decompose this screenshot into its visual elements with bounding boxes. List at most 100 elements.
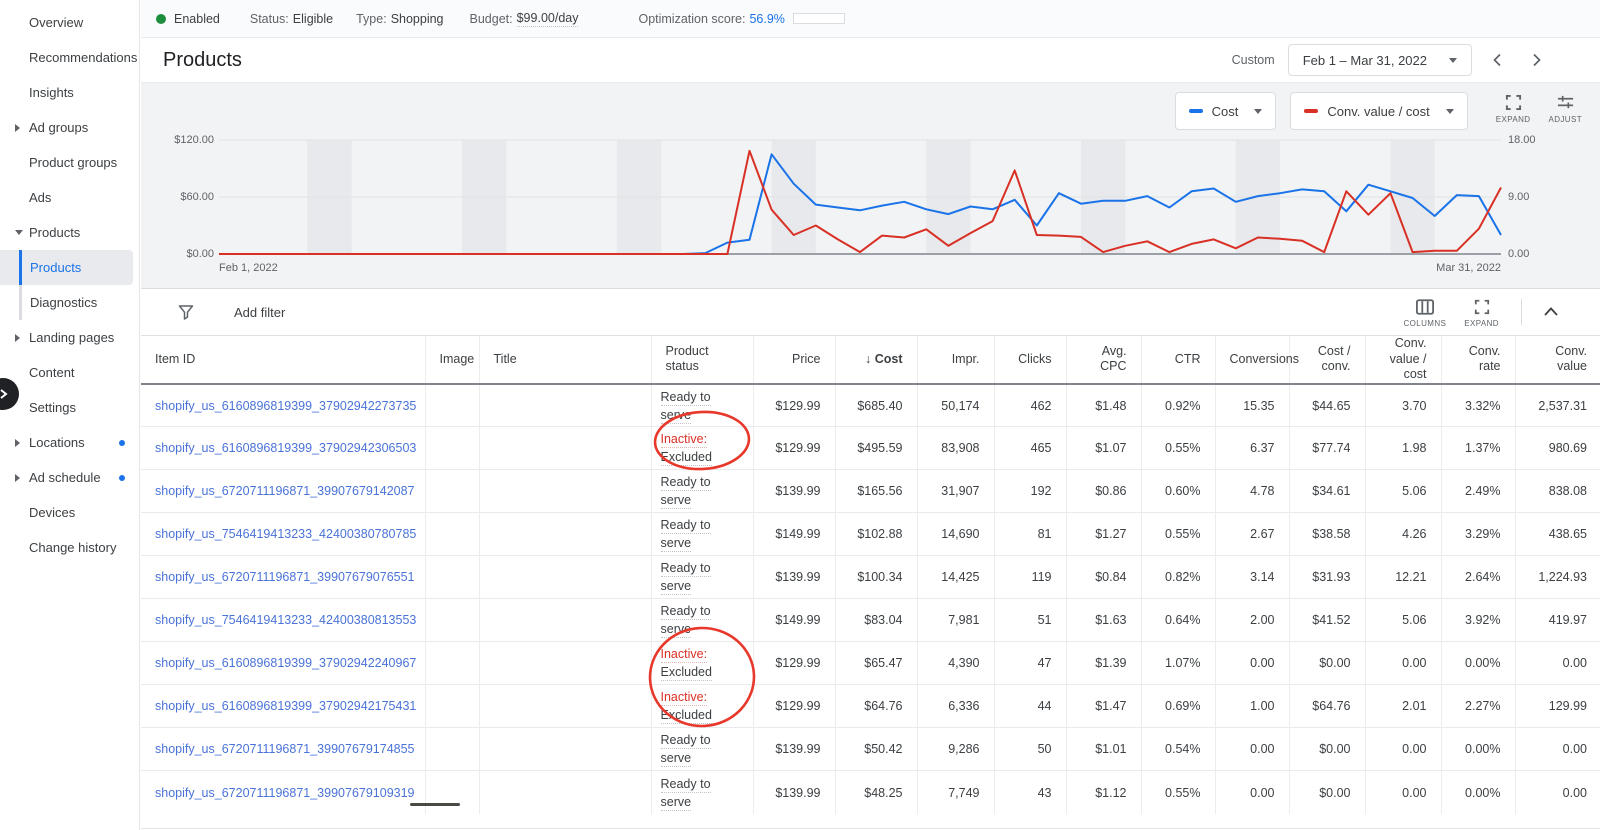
item-id-link[interactable]: shopify_us_6720711196871_39907679142087 bbox=[155, 484, 415, 498]
metric-cell-conv-value-cost: 0.00 bbox=[1364, 727, 1441, 771]
chart-line-right bbox=[219, 149, 1502, 255]
image-cell bbox=[424, 770, 479, 814]
item-id-link[interactable]: shopify_us_6160896819399_37902942306503 bbox=[155, 441, 416, 455]
product-status-text[interactable]: Ready to serve bbox=[660, 561, 711, 596]
product-status-text[interactable]: Inactive: bbox=[660, 432, 708, 449]
product-status-text[interactable]: Excluded bbox=[660, 665, 712, 682]
column-header-image[interactable]: Image bbox=[424, 336, 479, 385]
sidebar-item-diagnostics[interactable]: Diagnostics bbox=[0, 285, 139, 320]
chevron-right-icon bbox=[15, 333, 20, 342]
sidebar-item-insights[interactable]: Insights bbox=[0, 75, 139, 110]
chart-adjust-button[interactable]: ADJUST bbox=[1548, 94, 1582, 124]
filter-funnel-icon[interactable] bbox=[178, 304, 194, 320]
column-header-cost-conv-[interactable]: Cost / conv. bbox=[1288, 336, 1365, 385]
sidebar-item-products[interactable]: Products bbox=[0, 215, 139, 250]
sidebar-item-landing-pages[interactable]: Landing pages bbox=[0, 320, 139, 355]
sidebar-item-label: Locations bbox=[29, 435, 85, 450]
metric-cell-impr-: 14,690 bbox=[916, 512, 994, 556]
budget-value[interactable]: $99.00/day bbox=[516, 11, 579, 27]
sidebar-item-locations[interactable]: Locations bbox=[0, 425, 139, 460]
item-id-link[interactable]: shopify_us_6160896819399_37902942175431 bbox=[155, 699, 416, 713]
item-id-link[interactable]: shopify_us_6160896819399_37902942240967 bbox=[155, 656, 416, 670]
page-title: Products bbox=[163, 48, 242, 71]
column-header-ctr[interactable]: CTR bbox=[1140, 336, 1215, 385]
column-header-conv-value-cost[interactable]: Conv. value / cost bbox=[1364, 336, 1441, 385]
column-header-title[interactable]: Title bbox=[478, 336, 651, 385]
metric-cell-impr-: 4,390 bbox=[916, 641, 994, 685]
sidebar-item-ad-schedule[interactable]: Ad schedule bbox=[0, 460, 139, 495]
product-status-cell: Ready to serve bbox=[650, 598, 753, 642]
column-header-conv-rate[interactable]: Conv. rate bbox=[1440, 336, 1515, 385]
column-header-item-id[interactable]: Item ID bbox=[141, 336, 425, 385]
metric-cell-conv-value-cost: 2.01 bbox=[1364, 684, 1441, 728]
sidebar-item-label: Content bbox=[29, 365, 75, 380]
metric-cell-cost-conv-: $41.52 bbox=[1288, 598, 1365, 642]
column-header-avg-cpc[interactable]: Avg. CPC bbox=[1065, 336, 1141, 385]
product-status-text[interactable]: Ready to serve bbox=[660, 389, 711, 424]
product-status-text[interactable]: Inactive: bbox=[660, 690, 708, 707]
product-status-text[interactable]: Ready to serve bbox=[660, 604, 711, 639]
product-status-text[interactable]: Ready to serve bbox=[660, 475, 711, 510]
metric-cell-ctr: 0.82% bbox=[1140, 555, 1215, 599]
image-cell bbox=[424, 727, 479, 771]
metric-cell-avg-cpc: $1.47 bbox=[1065, 684, 1141, 728]
sidebar-item-label: Recommendations bbox=[29, 50, 138, 65]
metric-cell-conv-value-cost: 0.00 bbox=[1364, 641, 1441, 685]
item-id-cell: shopify_us_6160896819399_37902942273735 bbox=[141, 383, 425, 427]
item-id-link[interactable]: shopify_us_7546419413233_42400380780785 bbox=[155, 527, 416, 541]
add-filter-button[interactable]: Add filter bbox=[234, 305, 285, 320]
product-status-text[interactable]: Ready to serve bbox=[660, 733, 711, 768]
column-header-clicks[interactable]: Clicks bbox=[993, 336, 1066, 385]
column-header-conv-value[interactable]: Conv. value bbox=[1514, 336, 1600, 385]
left-axis-tick-120: $120.00 bbox=[174, 134, 214, 146]
series-selector-conv-value-cost[interactable]: Conv. value / cost bbox=[1290, 92, 1468, 130]
sidebar-item-ad-groups[interactable]: Ad groups bbox=[0, 110, 139, 145]
toolbar-divider bbox=[1521, 299, 1522, 325]
item-id-link[interactable]: shopify_us_6160896819399_37902942273735 bbox=[155, 399, 416, 413]
item-id-link[interactable]: shopify_us_6720711196871_39907679109319 bbox=[155, 786, 415, 800]
metric-cell-cost-conv-: $0.00 bbox=[1288, 770, 1365, 814]
chevron-right-icon bbox=[1533, 53, 1541, 67]
sidebar-item-products[interactable]: Products bbox=[0, 250, 133, 285]
table-expand-button[interactable]: EXPAND bbox=[1464, 299, 1499, 328]
sidebar-item-label: Ad schedule bbox=[29, 470, 101, 485]
item-id-cell: shopify_us_6720711196871_39907679109319 bbox=[141, 770, 425, 814]
date-range-picker[interactable]: Feb 1 – Mar 31, 2022 bbox=[1287, 44, 1472, 76]
item-id-link[interactable]: shopify_us_6720711196871_39907679076551 bbox=[155, 570, 415, 584]
sidebar-item-ads[interactable]: Ads bbox=[0, 180, 139, 215]
product-status-text[interactable]: Excluded bbox=[660, 450, 712, 467]
item-id-link[interactable]: shopify_us_6720711196871_39907679174855 bbox=[155, 742, 415, 756]
product-status-text[interactable]: Excluded bbox=[660, 708, 712, 725]
sidebar-item-label: Devices bbox=[29, 505, 76, 520]
product-status-text[interactable]: Ready to serve bbox=[660, 518, 711, 553]
product-status-text[interactable]: Inactive: bbox=[660, 647, 708, 664]
column-header-cost[interactable]: ↓ Cost bbox=[834, 336, 917, 385]
horizontal-scrollbar-thumb[interactable] bbox=[410, 803, 460, 806]
product-status-text[interactable]: Ready to serve bbox=[660, 776, 711, 811]
sidebar-item-settings[interactable]: Settings bbox=[0, 390, 139, 425]
column-header-price[interactable]: Price bbox=[752, 336, 835, 385]
sidebar-item-product-groups[interactable]: Product groups bbox=[0, 145, 139, 180]
budget-field[interactable]: Budget: $99.00/day bbox=[470, 11, 579, 27]
item-id-link[interactable]: shopify_us_7546419413233_42400380813553 bbox=[155, 613, 416, 627]
sidebar-item-content[interactable]: Content bbox=[0, 355, 139, 390]
collapse-table-button[interactable] bbox=[1542, 303, 1560, 321]
sidebar-item-overview[interactable]: Overview bbox=[0, 5, 139, 40]
chart-line-left bbox=[219, 153, 1502, 255]
sidebar-item-change-history[interactable]: Change history bbox=[0, 530, 139, 565]
chart-expand-button[interactable]: EXPAND bbox=[1496, 94, 1531, 124]
left-axis-tick-60: $60.00 bbox=[180, 191, 214, 203]
column-header-impr-[interactable]: Impr. bbox=[916, 336, 994, 385]
metric-cell-impr-: 83,908 bbox=[916, 426, 994, 470]
sidebar-item-recommendations[interactable]: Recommendations bbox=[0, 40, 139, 75]
date-next-button[interactable] bbox=[1524, 48, 1548, 72]
series-selector-cost[interactable]: Cost bbox=[1174, 92, 1277, 130]
metric-cell-price: $149.99 bbox=[752, 598, 835, 642]
column-header-product-status[interactable]: Product status bbox=[650, 336, 753, 385]
column-header-conversions[interactable]: Conversions bbox=[1214, 336, 1299, 385]
date-prev-button[interactable] bbox=[1486, 48, 1510, 72]
columns-button[interactable]: COLUMNS bbox=[1403, 298, 1446, 328]
sidebar-item-devices[interactable]: Devices bbox=[0, 495, 139, 530]
chevron-down-icon bbox=[1449, 57, 1457, 63]
metric-cell-price: $139.99 bbox=[752, 727, 835, 771]
